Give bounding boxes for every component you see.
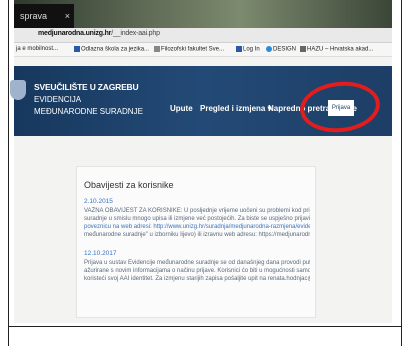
notice-line: Prijava u sustav Evidencije međunarodne … [84, 260, 310, 266]
address-host: medjunarodna.unizg.hr [38, 30, 112, 37]
notice-link-line[interactable]: poveznicu na web adresi: http://www.uniz… [84, 223, 310, 231]
notice-line: međunarodne suradnje" u izborniku lijevo… [84, 232, 310, 238]
address-url[interactable]: medjunarodna.unizg.hr/__index-aai.php [38, 30, 160, 37]
bookmark-icon [266, 46, 272, 52]
notice-date: 2.10.2015 [84, 198, 113, 205]
bookmark-icon [74, 46, 80, 52]
nav-pregled-izmjena[interactable]: Pregled i izmjena ▾ [200, 104, 272, 113]
bookmark-item[interactable]: ja e mobilnost... [16, 46, 58, 52]
bookmark-item[interactable]: HAZU – Hrvatska akad... [300, 46, 373, 53]
notices-title: Obavijesti za korisnike [84, 180, 174, 190]
site-title-line2: MEĐUNARODNE SURADNJE [34, 107, 143, 116]
bookmark-item[interactable]: Odlazna škola za jezika... [74, 46, 149, 53]
bookmark-item[interactable]: Filozofski fakultet Sve... [154, 46, 224, 53]
document-frame: sprava × medjunarodna.unizg.hr/__index-a… [0, 0, 420, 346]
globe-icon [154, 46, 160, 52]
bookmarks-bar: ja e mobilnost... Odlazna škola za jezik… [14, 43, 392, 57]
notice-line: suradnje u smislu mnogo upisa ili izmjen… [84, 216, 310, 222]
bookmark-item[interactable]: Log In [236, 46, 260, 53]
browser-tab-bar: sprava × [14, 0, 392, 28]
bookmark-icon [300, 46, 306, 52]
university-logo [10, 80, 26, 100]
table-border-left [8, 0, 9, 346]
site-title-line1: EVIDENCIJA [34, 95, 82, 104]
notice-date: 12.10.2017 [84, 250, 117, 257]
table-border-right [401, 0, 402, 346]
notice-line: ažurirane s novim informacijama o načinu… [84, 268, 310, 274]
table-border-bottom [8, 326, 402, 327]
address-bar[interactable]: medjunarodna.unizg.hr/__index-aai.php [14, 28, 392, 43]
notice-line: VAŽNA OBAVIJEST ZA KORISNIKE: U posljedn… [84, 208, 310, 214]
university-name: SVEUČILIŠTE U ZAGREBU [34, 82, 139, 92]
bookmark-item[interactable]: DESIGN [266, 46, 296, 53]
close-icon[interactable]: × [65, 4, 70, 28]
address-path: /__index-aai.php [111, 30, 160, 37]
browser-tab[interactable]: sprava × [14, 4, 74, 28]
bookmark-icon [236, 46, 242, 52]
tab-title: sprava [20, 11, 48, 21]
notice-line: koristeći svoj AAI identitet. Za izmjenu… [84, 276, 310, 282]
nav-upute[interactable]: Upute [170, 104, 193, 113]
